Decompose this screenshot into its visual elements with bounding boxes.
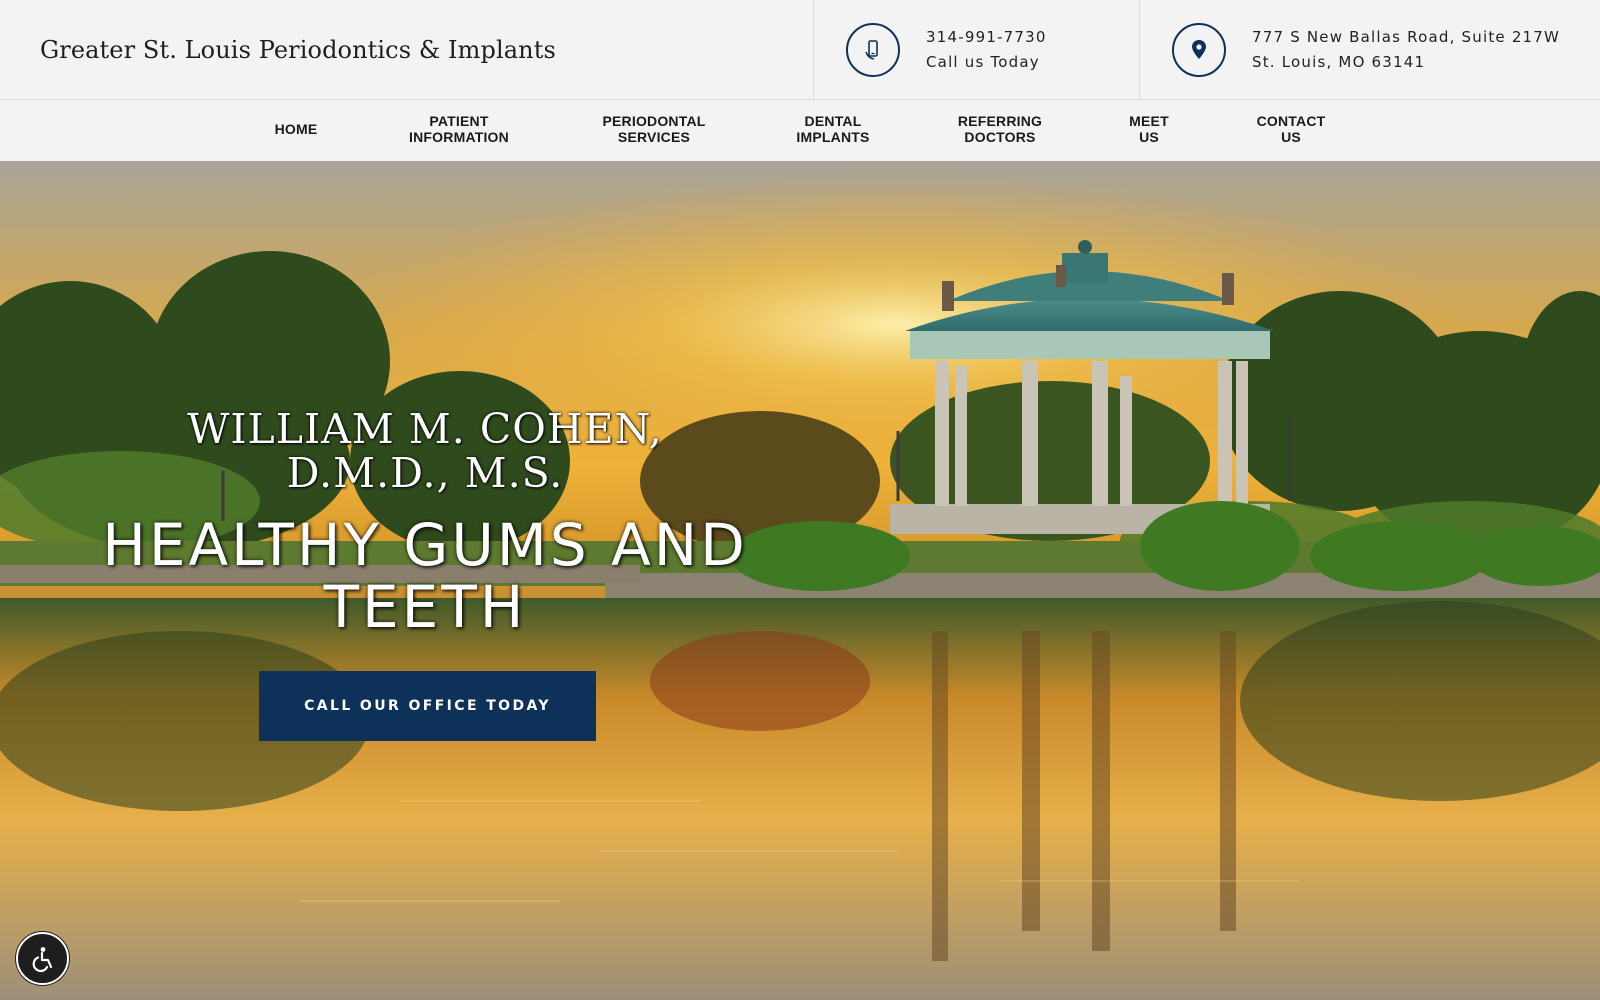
hero-tagline: HEALTHY GUMS AND TEETH <box>102 511 748 641</box>
map-pin-icon <box>1172 23 1226 77</box>
phone-contact[interactable]: 314-991-7730 Call us Today <box>813 0 1140 100</box>
nav-dental-implants[interactable]: DENTAL IMPLANTS <box>796 113 869 145</box>
accessibility-icon <box>32 946 52 972</box>
nav-referring-doctors[interactable]: REFERRING DOCTORS <box>958 113 1042 145</box>
nav-periodontal-services[interactable]: PERIODONTAL SERVICES <box>602 113 705 145</box>
main-navigation: HOME PATIENT INFORMATION PERIODONTAL SER… <box>0 101 1600 161</box>
address-contact[interactable]: 777 S New Ballas Road, Suite 217W St. Lo… <box>1139 0 1600 100</box>
site-header: Greater St. Louis Periodontics & Implant… <box>0 0 1600 100</box>
phone-caption: Call us Today <box>926 53 1040 71</box>
phone-number[interactable]: 314-991-7730 <box>926 25 1047 50</box>
address-line-2: St. Louis, MO 63141 <box>1252 53 1426 71</box>
nav-patient-information[interactable]: PATIENT INFORMATION <box>409 113 509 145</box>
address-line-1: 777 S New Ballas Road, Suite 217W <box>1252 28 1561 46</box>
phone-icon <box>846 23 900 77</box>
doctor-name-heading: WILLIAM M. COHEN, D.M.D., M.S. <box>187 405 663 497</box>
hero-banner: WILLIAM M. COHEN, D.M.D., M.S. HEALTHY G… <box>0 161 1600 1000</box>
brand-logo-text[interactable]: Greater St. Louis Periodontics & Implant… <box>40 36 556 64</box>
nav-home[interactable]: HOME <box>275 121 318 137</box>
accessibility-button[interactable] <box>16 932 69 985</box>
nav-meet-us[interactable]: MEET US <box>1129 113 1169 145</box>
nav-contact-us[interactable]: CONTACT US <box>1257 113 1326 145</box>
call-office-button[interactable]: CALL OUR OFFICE TODAY <box>259 671 596 741</box>
